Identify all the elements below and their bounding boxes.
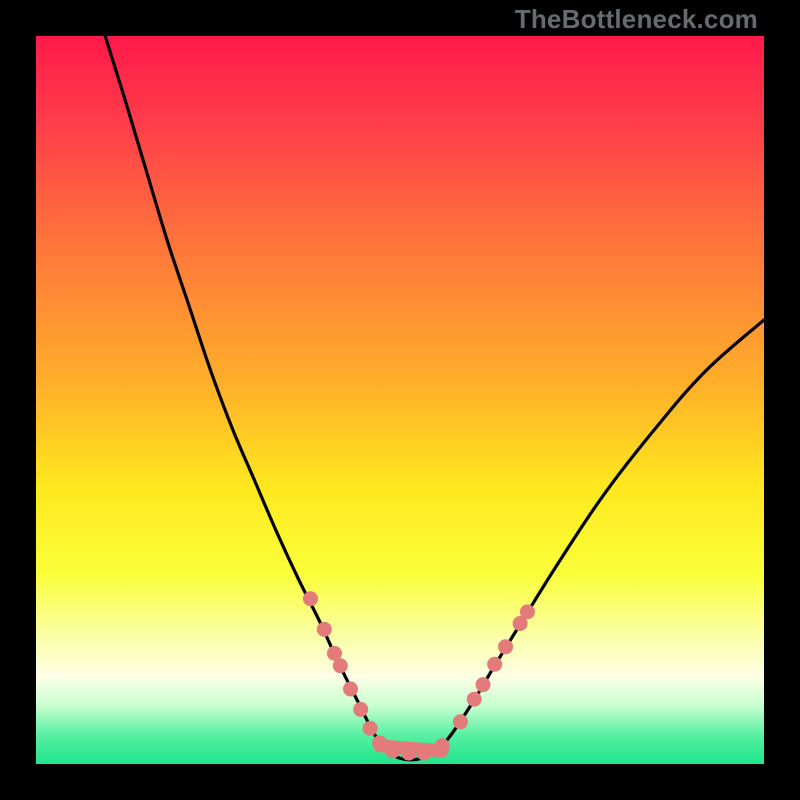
bottleneck-curve	[36, 36, 764, 764]
data-marker	[417, 746, 432, 761]
data-marker	[467, 692, 482, 707]
data-marker	[475, 677, 490, 692]
data-marker	[372, 735, 387, 750]
data-marker	[363, 721, 378, 736]
data-marker	[520, 604, 535, 619]
data-marker	[333, 658, 348, 673]
data-marker	[385, 743, 400, 758]
data-marker	[353, 702, 368, 717]
data-marker	[317, 622, 332, 637]
data-marker	[401, 746, 416, 761]
data-marker	[498, 639, 513, 654]
watermark-text: TheBottleneck.com	[515, 4, 758, 35]
data-marker	[453, 714, 468, 729]
data-marker	[303, 591, 318, 606]
data-marker	[487, 657, 502, 672]
plot-area	[36, 36, 764, 764]
data-marker	[343, 682, 358, 697]
data-marker	[435, 738, 450, 753]
